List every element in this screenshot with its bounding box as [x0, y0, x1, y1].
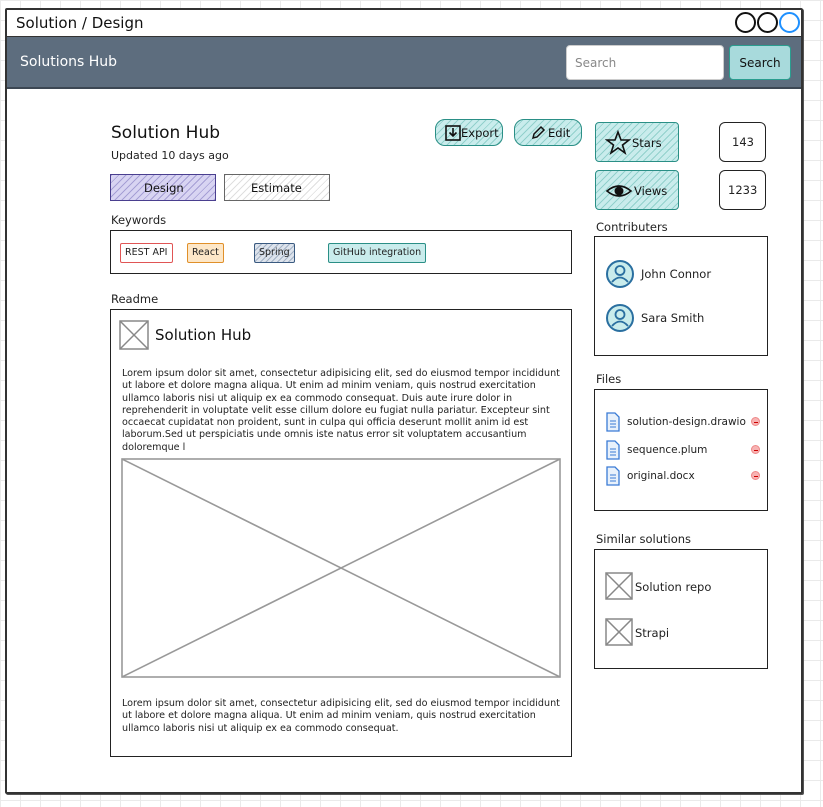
tag-list: REST API React Spring GitHub integration [120, 243, 560, 265]
image-placeholder-icon [605, 618, 633, 646]
tag-rest-api[interactable]: REST API [120, 243, 173, 263]
image-placeholder [121, 458, 561, 678]
similar-item[interactable]: Solution repo [605, 572, 765, 602]
contributors-box: John Connor Sara Smith [594, 236, 768, 356]
remove-file-icon[interactable] [751, 471, 760, 480]
export-label: Export [461, 126, 499, 140]
file-name: original.docx [627, 470, 695, 482]
keywords-label: Keywords [111, 213, 167, 227]
document-icon [606, 412, 620, 432]
window-titlebar: Solution / Design [7, 10, 801, 37]
similar-box: Solution repo Strapi [594, 549, 768, 669]
search-button[interactable]: Search [729, 45, 791, 80]
file-item[interactable]: sequence.plum [605, 440, 765, 460]
readme-title: Solution Hub [155, 326, 252, 344]
edit-label: Edit [548, 126, 571, 140]
document-icon [606, 466, 620, 486]
views-count-value: 1233 [728, 183, 758, 197]
readme-paragraph: Lorem ipsum dolor sit amet, consectetur … [122, 698, 560, 734]
tag-github-integration[interactable]: GitHub integration [328, 243, 427, 263]
updated-timestamp: Updated 10 days ago [111, 149, 229, 162]
contributor-row[interactable]: Sara Smith [605, 303, 765, 333]
edit-button[interactable]: Edit [514, 119, 582, 146]
readme-label: Readme [111, 292, 159, 306]
window-control-icon[interactable] [757, 12, 778, 33]
export-button[interactable]: Export [435, 119, 503, 146]
readme-box: Solution Hub Lorem ipsum dolor sit amet,… [110, 309, 572, 757]
star-icon [605, 130, 631, 156]
search-input[interactable] [566, 45, 724, 80]
document-icon [606, 440, 620, 460]
tag-spring[interactable]: Spring [254, 243, 295, 263]
views-count: 1233 [719, 170, 766, 210]
tab-estimate-label: Estimate [251, 181, 302, 195]
keywords-box: REST API React Spring GitHub integration [110, 230, 572, 274]
similar-name: Solution repo [635, 580, 712, 594]
window-control-icon[interactable] [779, 12, 800, 33]
stars-count: 143 [719, 122, 766, 162]
stars-label: Stars [632, 136, 662, 150]
tab-design-label: Design [144, 181, 184, 195]
window-title: Solution / Design [16, 14, 144, 32]
file-name: sequence.plum [627, 444, 708, 456]
contributor-name: Sara Smith [641, 311, 705, 325]
readme-paragraph: Lorem ipsum dolor sit amet, consectetur … [122, 368, 560, 453]
tab-estimate[interactable]: Estimate [224, 174, 330, 201]
files-box: solution-design.drawio sequence.plum ori… [594, 389, 768, 511]
image-placeholder-icon [119, 320, 149, 350]
contributor-row[interactable]: John Connor [605, 259, 765, 289]
file-item[interactable]: solution-design.drawio [605, 412, 765, 432]
image-placeholder-icon [605, 572, 633, 600]
tag-react[interactable]: React [187, 243, 224, 263]
file-item[interactable]: original.docx [605, 466, 765, 486]
export-icon [445, 125, 461, 141]
eye-icon [605, 185, 633, 197]
navbar-brand[interactable]: Solutions Hub [20, 54, 117, 70]
pencil-icon [531, 125, 546, 140]
files-label: Files [596, 372, 622, 386]
app-window: Solution / Design Solutions Hub Search S… [5, 8, 803, 794]
views-button[interactable]: Views [595, 170, 679, 210]
views-label: Views [634, 184, 668, 198]
user-avatar-icon [606, 304, 634, 332]
contributors-label: Contributers [596, 220, 668, 234]
stars-button[interactable]: Stars [595, 122, 679, 162]
navbar: Solutions Hub Search [7, 37, 801, 89]
similar-name: Strapi [635, 626, 670, 640]
remove-file-icon[interactable] [751, 417, 760, 426]
stars-count-value: 143 [732, 135, 754, 149]
page-title: Solution Hub [111, 123, 221, 143]
similar-label: Similar solutions [596, 532, 692, 546]
remove-file-icon[interactable] [751, 445, 760, 454]
file-name: solution-design.drawio [627, 416, 746, 428]
user-avatar-icon [606, 260, 634, 288]
tab-design[interactable]: Design [110, 174, 216, 201]
similar-item[interactable]: Strapi [605, 618, 765, 648]
contributor-name: John Connor [641, 267, 712, 281]
window-control-icon[interactable] [735, 12, 756, 33]
